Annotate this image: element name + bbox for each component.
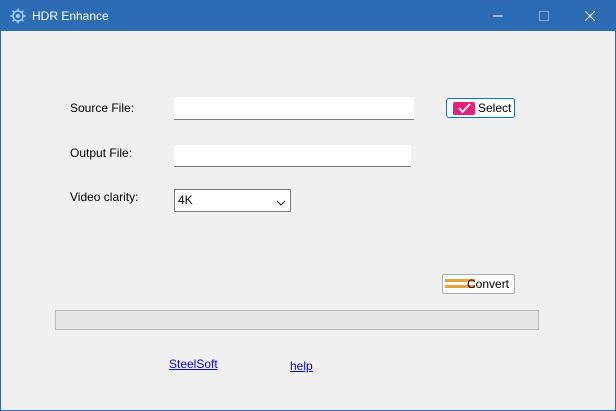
source-file-input[interactable] [174,97,414,120]
check-icon [453,102,475,115]
close-button[interactable] [567,1,613,31]
app-window: HDR Enhance Source File: Select Output F… [0,0,616,411]
source-file-label: Source File: [70,101,135,115]
select-button-label: Select [478,101,512,115]
steelsoft-link[interactable]: SteelSoft [169,357,218,371]
maximize-button[interactable] [521,1,567,31]
window-title: HDR Enhance [32,9,109,23]
output-file-label: Output File: [70,146,133,160]
help-link[interactable]: help [290,359,313,373]
convert-button-label: Convert [467,277,510,291]
output-file-input[interactable] [174,145,411,167]
video-clarity-label: Video clarity: [70,190,139,204]
select-button[interactable]: Select [446,98,515,118]
minimize-button[interactable] [475,1,521,31]
convert-button[interactable]: Convert [442,274,515,294]
video-clarity-value: 4K [178,193,193,207]
close-icon [585,11,595,21]
minimize-icon [493,15,503,17]
progress-bar [55,310,539,330]
title-bar[interactable]: HDR Enhance [1,1,615,31]
chevron-down-icon [276,196,286,206]
video-clarity-select[interactable]: 4K [174,189,291,212]
gear-icon [10,8,26,24]
maximize-icon [539,11,549,21]
